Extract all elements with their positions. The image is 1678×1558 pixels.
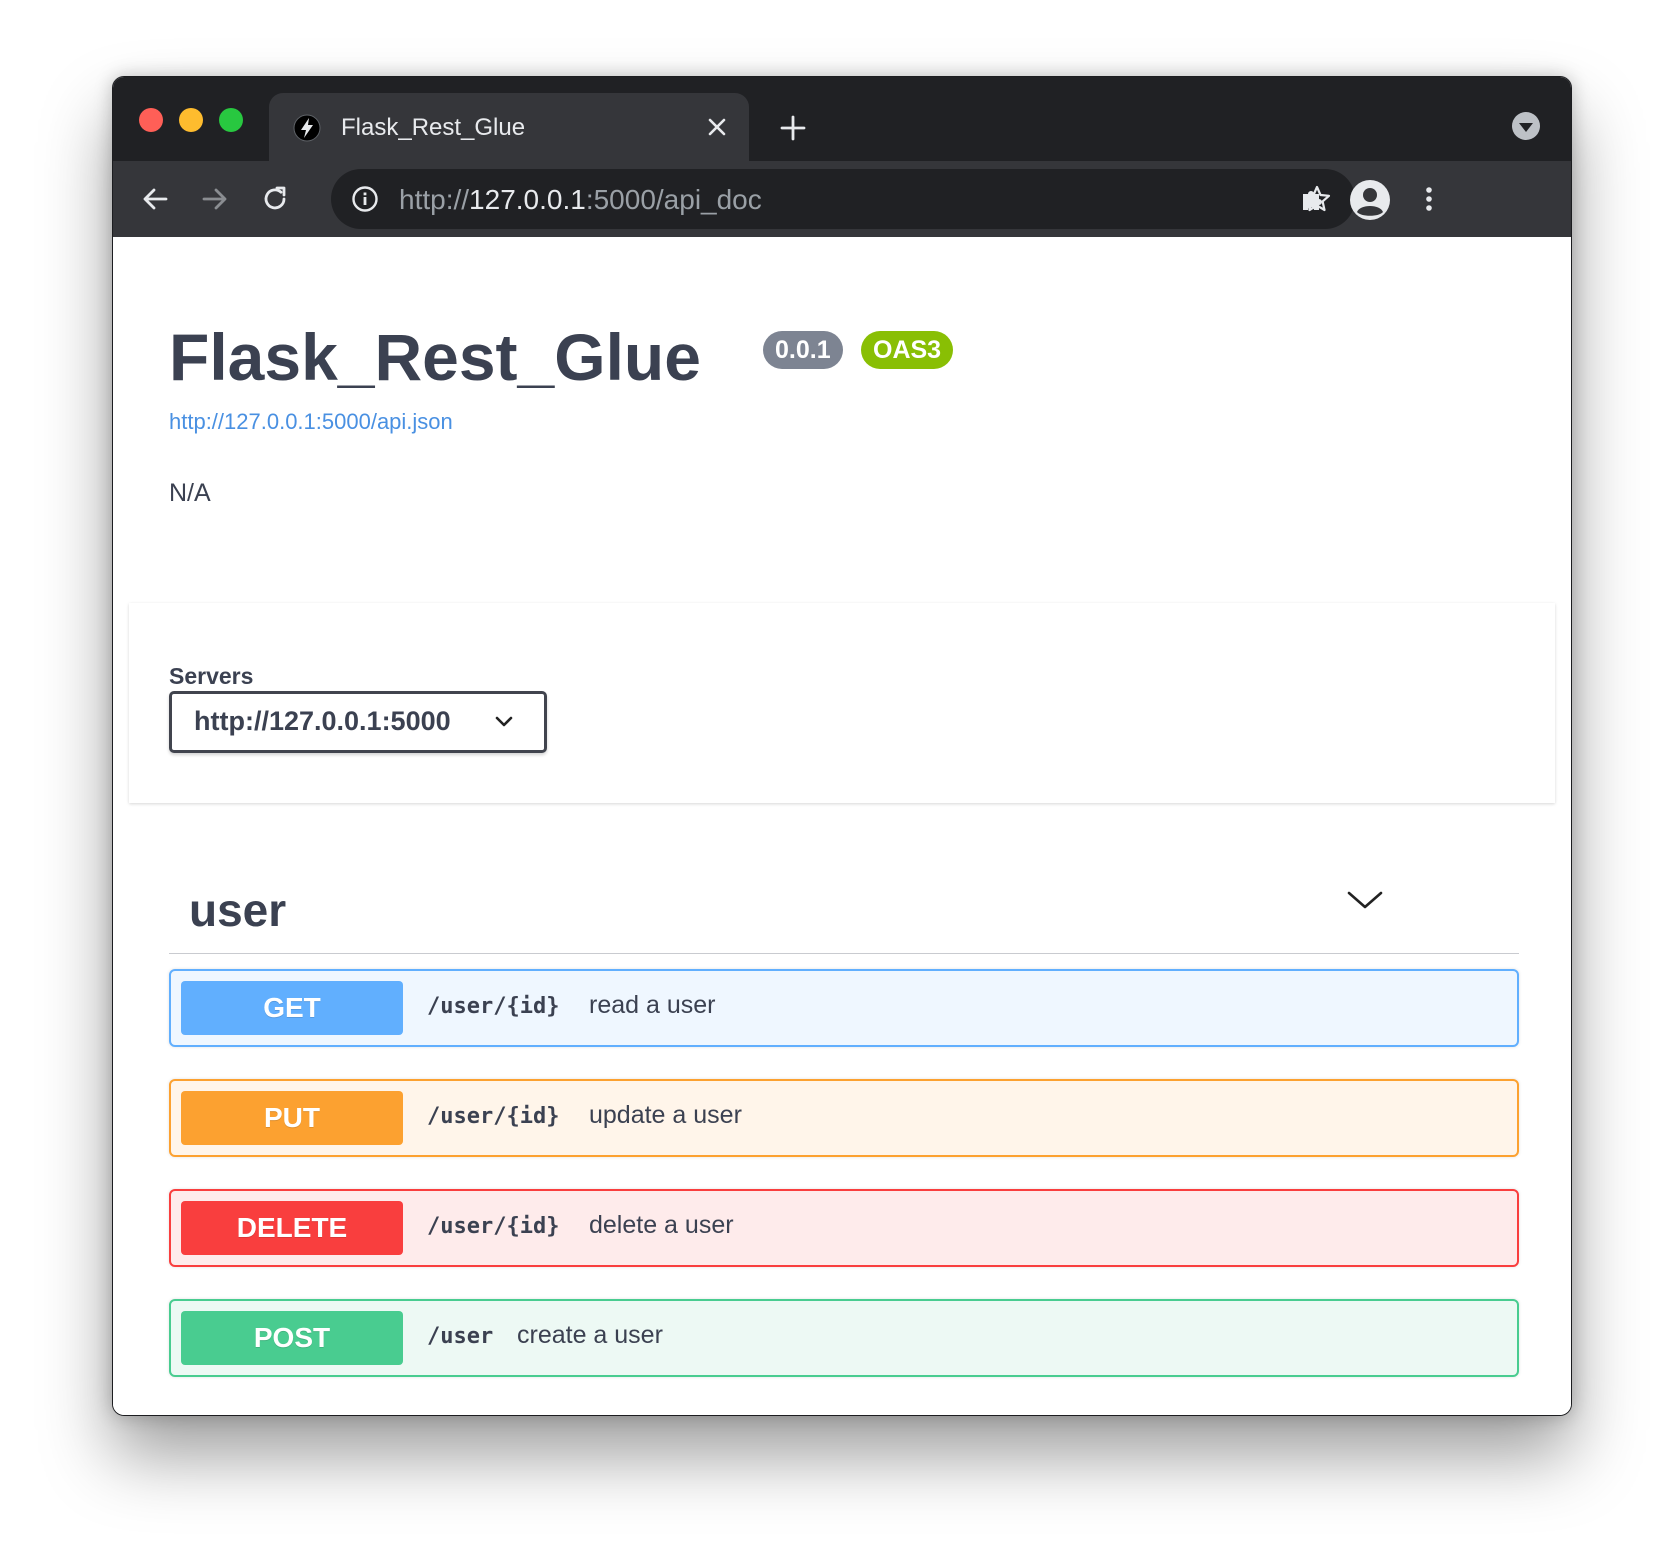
operation-post-user[interactable]: POST /user create a user [169, 1299, 1519, 1377]
operation-summary: read a user [589, 991, 716, 1019]
operation-summary: create a user [517, 1321, 663, 1349]
operation-get-user[interactable]: GET /user/{id} read a user [169, 969, 1519, 1047]
spec-url-link[interactable]: http://127.0.0.1:5000/api.json [169, 409, 453, 435]
tag-header[interactable]: user [169, 857, 1519, 954]
minimize-window-button[interactable] [179, 108, 203, 132]
method-badge: GET [181, 981, 403, 1035]
url-host: 127.0.0.1 [469, 184, 586, 215]
close-window-button[interactable] [139, 108, 163, 132]
tab-search-icon[interactable] [1511, 111, 1541, 141]
tab-strip: Flask_Rest_Glue [113, 77, 1571, 161]
tag-section-user: user GET /user/{id} read a user PUT /use… [169, 857, 1519, 1377]
forward-arrow-icon[interactable] [199, 183, 231, 215]
new-tab-icon[interactable] [779, 114, 807, 142]
method-badge: DELETE [181, 1201, 403, 1255]
page-content: Flask_Rest_Glue 0.0.1 OAS3 http://127.0.… [113, 237, 1571, 1415]
close-tab-icon[interactable] [705, 115, 729, 139]
operation-path: /user/{id} [427, 1214, 560, 1239]
operation-delete-user[interactable]: DELETE /user/{id} delete a user [169, 1189, 1519, 1267]
servers-selected-value: http://127.0.0.1:5000 [194, 706, 451, 736]
operation-put-user[interactable]: PUT /user/{id} update a user [169, 1079, 1519, 1157]
chevron-down-icon [495, 716, 513, 727]
operation-summary: delete a user [589, 1211, 734, 1239]
browser-window: Flask_Rest_Glue http://127.0.0.1:5000/ap… [112, 76, 1572, 1416]
back-arrow-icon[interactable] [139, 183, 171, 215]
servers-panel: Servers http://127.0.0.1:5000 [129, 603, 1555, 803]
operation-path: /user/{id} [427, 1104, 560, 1129]
tab-title: Flask_Rest_Glue [341, 114, 526, 141]
browser-toolbar: http://127.0.0.1:5000/api_doc [113, 161, 1571, 237]
method-badge: PUT [181, 1091, 403, 1145]
servers-select[interactable]: http://127.0.0.1:5000 [169, 691, 547, 753]
operation-summary: update a user [589, 1101, 742, 1129]
operation-path: /user [427, 1324, 494, 1349]
collapse-chevron-icon[interactable] [1345, 885, 1385, 915]
flask-favicon-icon [293, 114, 321, 142]
url-path: :5000/api_doc [585, 184, 762, 215]
operation-path: /user/{id} [427, 994, 560, 1019]
address-url[interactable]: http://127.0.0.1:5000/api_doc [399, 184, 762, 216]
site-info-icon[interactable] [351, 185, 379, 213]
maximize-window-button[interactable] [219, 108, 243, 132]
servers-label: Servers [169, 663, 254, 689]
extensions-puzzle-icon[interactable] [1297, 183, 1329, 215]
address-bar[interactable]: http://127.0.0.1:5000/api_doc [331, 169, 1355, 229]
api-title: Flask_Rest_Glue [169, 320, 701, 394]
tag-name: user [189, 884, 287, 936]
reload-icon[interactable] [259, 183, 291, 215]
oas-badge: OAS3 [861, 331, 954, 369]
profile-avatar-icon[interactable] [1349, 179, 1391, 221]
url-scheme: http:// [399, 184, 470, 215]
browser-tab[interactable]: Flask_Rest_Glue [269, 93, 749, 161]
api-description: N/A [169, 479, 211, 507]
more-menu-icon[interactable] [1413, 183, 1445, 215]
api-info: Flask_Rest_Glue 0.0.1 OAS3 [169, 317, 954, 397]
version-badge: 0.0.1 [763, 331, 843, 369]
method-badge: POST [181, 1311, 403, 1365]
